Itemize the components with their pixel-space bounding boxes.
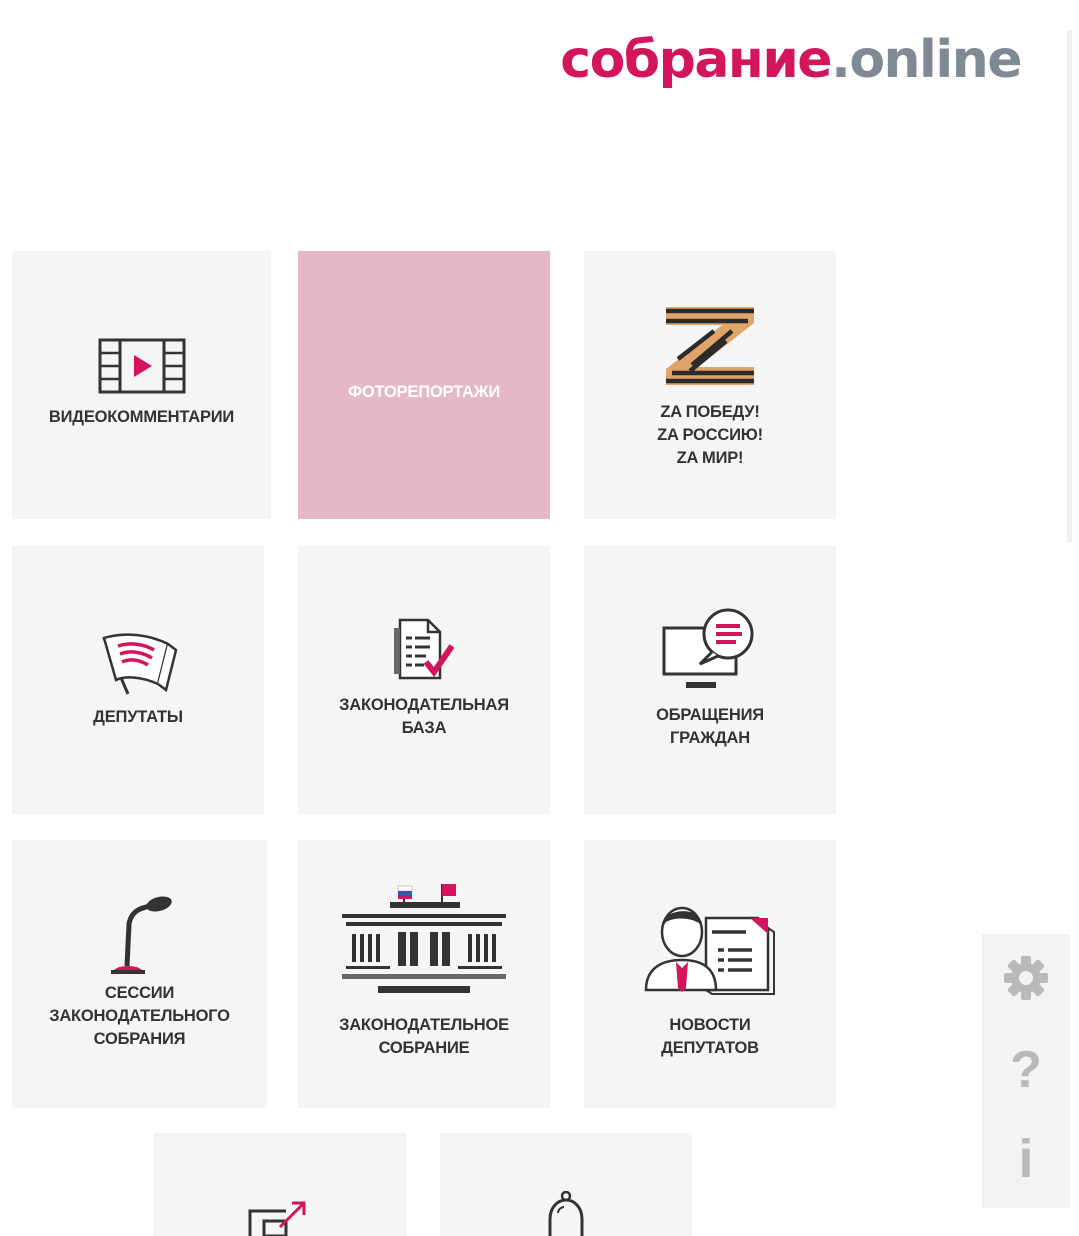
tile-video-comments[interactable]: ВИДЕОКОММЕНТАРИИ bbox=[12, 251, 271, 519]
tile-label: ZA ПОБЕДУ! ZA РОССИЮ! ZA МИР! bbox=[657, 403, 763, 467]
gear-icon bbox=[1002, 954, 1050, 1007]
tile-photo-reports[interactable]: ФОТОРЕПОРТАЖИ bbox=[298, 251, 550, 519]
info-icon: i bbox=[1018, 1129, 1034, 1189]
tile-label: ЗАКОНОДАТЕЛЬНАЯ БАЗА bbox=[339, 696, 509, 737]
logo-primary-text: собрание bbox=[560, 30, 832, 90]
side-tool-panel: ? i bbox=[982, 934, 1070, 1208]
scrollbar-track[interactable] bbox=[1067, 30, 1072, 542]
document-check-icon bbox=[298, 616, 550, 684]
tile-external-link[interactable] bbox=[154, 1133, 406, 1236]
video-film-icon bbox=[12, 338, 271, 394]
deputy-news-icon bbox=[584, 898, 836, 998]
bell-icon bbox=[440, 1191, 692, 1236]
tile-citizen-appeals[interactable]: ОБРАЩЕНИЯ ГРАЖДАН bbox=[584, 546, 836, 814]
help-button[interactable]: ? bbox=[982, 1042, 1070, 1098]
tile-label: НОВОСТИ ДЕПУТАТОВ bbox=[661, 1016, 759, 1057]
site-logo[interactable]: собрание.online bbox=[560, 28, 1022, 92]
logo-secondary-text: .online bbox=[831, 30, 1022, 90]
monitor-chat-icon bbox=[584, 606, 836, 692]
tile-label: ЗАКОНОДАТЕЛЬНОЕ СОБРАНИЕ bbox=[339, 1016, 509, 1057]
tile-label: ДЕПУТАТЫ bbox=[93, 708, 183, 726]
tile-label: ОБРАЩЕНИЯ ГРАЖДАН bbox=[656, 706, 764, 747]
tile-deputy-news[interactable]: НОВОСТИ ДЕПУТАТОВ bbox=[584, 840, 836, 1108]
parliament-building-icon bbox=[298, 882, 550, 1002]
tile-label: СЕССИИ ЗАКОНОДАТЕЛЬНОГО СОБРАНИЯ bbox=[49, 984, 230, 1048]
question-icon: ? bbox=[1010, 1041, 1042, 1099]
tile-legislative-base[interactable]: ЗАКОНОДАТЕЛЬНАЯ БАЗА bbox=[298, 546, 550, 814]
tile-za-pobedu[interactable]: ZA ПОБЕДУ! ZA РОССИЮ! ZA МИР! bbox=[584, 251, 836, 519]
tile-sessions[interactable]: СЕССИИ ЗАКОНОДАТЕЛЬНОГО СОБРАНИЯ bbox=[12, 840, 267, 1108]
flag-icon bbox=[12, 630, 264, 696]
tile-bell[interactable] bbox=[440, 1133, 692, 1236]
tile-legislative-assembly[interactable]: ЗАКОНОДАТЕЛЬНОЕ СОБРАНИЕ bbox=[298, 840, 550, 1108]
microphone-icon bbox=[12, 894, 267, 974]
z-ribbon-icon bbox=[584, 301, 836, 389]
tile-deputies[interactable]: ДЕПУТАТЫ bbox=[12, 546, 264, 814]
tile-label: ФОТОРЕПОРТАЖИ bbox=[347, 383, 501, 401]
tile-label: ВИДЕОКОММЕНТАРИИ bbox=[48, 408, 235, 426]
settings-button[interactable] bbox=[982, 954, 1070, 1007]
info-button[interactable]: i bbox=[982, 1130, 1070, 1188]
external-link-icon bbox=[154, 1199, 406, 1236]
